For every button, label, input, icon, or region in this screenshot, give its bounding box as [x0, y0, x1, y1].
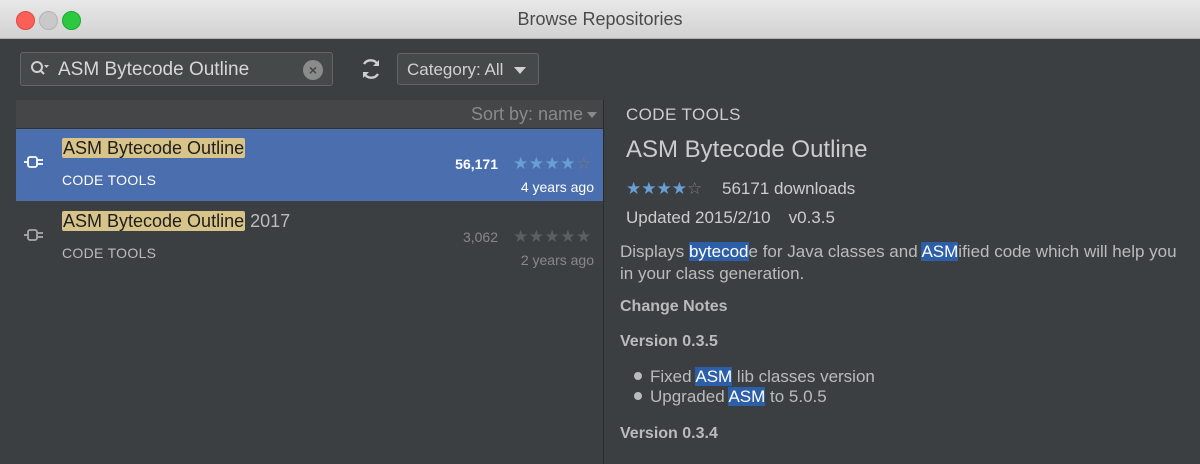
title-bar: Browse Repositories [0, 0, 1200, 39]
detail-rating-stars: ★★★★☆ [626, 179, 702, 199]
plugin-list: Sort by: name ASM Bytecode Outline CODE … [16, 100, 603, 464]
clear-search-icon[interactable]: × [303, 60, 323, 80]
list-item[interactable]: ASM Bytecode Outline CODE TOOLS 56,171 ★… [16, 129, 603, 201]
search-icon[interactable] [30, 60, 50, 80]
star-empty-icon: ★ [513, 227, 529, 246]
plugin-age: 2 years ago [520, 252, 594, 268]
star-empty-icon: ★ [528, 227, 545, 246]
plugin-icon [24, 156, 43, 168]
rating-stars: ★★★★★ [513, 227, 592, 247]
plugin-name: ASM Bytecode Outline [62, 138, 246, 159]
star-empty-icon: ★ [576, 227, 592, 246]
plugin-category: CODE TOOLS [62, 245, 157, 261]
star-empty-icon: ☆ [576, 154, 592, 173]
detail-updated: Updated 2015/2/10 v0.3.5 [626, 208, 835, 228]
chevron-down-icon [514, 67, 526, 74]
plugin-name: ASM Bytecode Outline 2017 [62, 211, 291, 231]
change-notes-heading: Change Notes [620, 298, 728, 315]
category-label: Category: All [407, 60, 504, 79]
version-heading: Version 0.3.5 [620, 333, 718, 350]
sort-dropdown[interactable]: Sort by: name [471, 104, 583, 125]
change-note-item: Fixed ASM lib classes version [634, 367, 875, 387]
download-count: 3,062 [462, 229, 498, 245]
star-filled-icon: ★ [528, 154, 545, 173]
star-empty-icon: ★ [544, 227, 561, 246]
detail-downloads: 56171 downloads [722, 179, 856, 198]
list-item[interactable]: ASM Bytecode Outline 2017 CODE TOOLS 3,0… [16, 202, 603, 274]
star-filled-icon: ★ [544, 154, 561, 173]
bullet-icon [634, 391, 642, 400]
star-filled-icon: ★ [513, 154, 529, 173]
updated-date: Updated 2015/2/10 [626, 208, 771, 227]
plugin-description: Displays bytecode for Java classes and A… [620, 242, 1177, 283]
plugin-category: CODE TOOLS [62, 172, 157, 188]
search-match-highlight: bytecod [688, 242, 749, 261]
search-match-highlight: ASM Bytecode Outline [62, 138, 246, 158]
star-filled-icon: ★ [626, 179, 642, 198]
change-note-item: Upgraded ASM to 5.0.5 [634, 387, 827, 407]
plugin-icon [24, 229, 43, 241]
search-match-highlight: ASM [695, 367, 733, 386]
window-title: Browse Repositories [517, 9, 683, 29]
star-filled-icon: ★ [671, 179, 687, 198]
star-filled-icon: ★ [560, 154, 576, 173]
rating-stars: ★★★★☆ [513, 154, 592, 174]
bullet-icon [634, 371, 642, 380]
search-match-highlight: ASM Bytecode Outline [62, 211, 246, 231]
refresh-icon[interactable] [358, 56, 384, 82]
detail-plugin-name: ASM Bytecode Outline [626, 136, 868, 163]
plugin-age: 4 years ago [520, 179, 594, 195]
download-count: 56,171 [455, 156, 498, 172]
star-empty-icon: ☆ [687, 179, 703, 198]
chevron-down-icon[interactable] [587, 112, 597, 118]
star-filled-icon: ★ [641, 179, 657, 198]
detail-category: CODE TOOLS [626, 105, 741, 124]
plugin-detail-panel: CODE TOOLS ASM Bytecode Outline ★★★★☆ 56… [604, 100, 1200, 464]
version-heading: Version 0.3.4 [620, 425, 718, 442]
search-match-highlight: ASM [728, 387, 766, 406]
category-dropdown[interactable]: Category: All [397, 53, 539, 85]
search-input[interactable]: ASM Bytecode Outline × [20, 52, 333, 86]
sort-header: Sort by: name [16, 100, 603, 129]
plugin-version: v0.3.5 [788, 208, 835, 227]
search-value[interactable]: ASM Bytecode Outline [58, 59, 249, 81]
search-match-highlight: ASM [921, 242, 959, 261]
star-filled-icon: ★ [656, 179, 672, 198]
star-empty-icon: ★ [560, 227, 576, 246]
